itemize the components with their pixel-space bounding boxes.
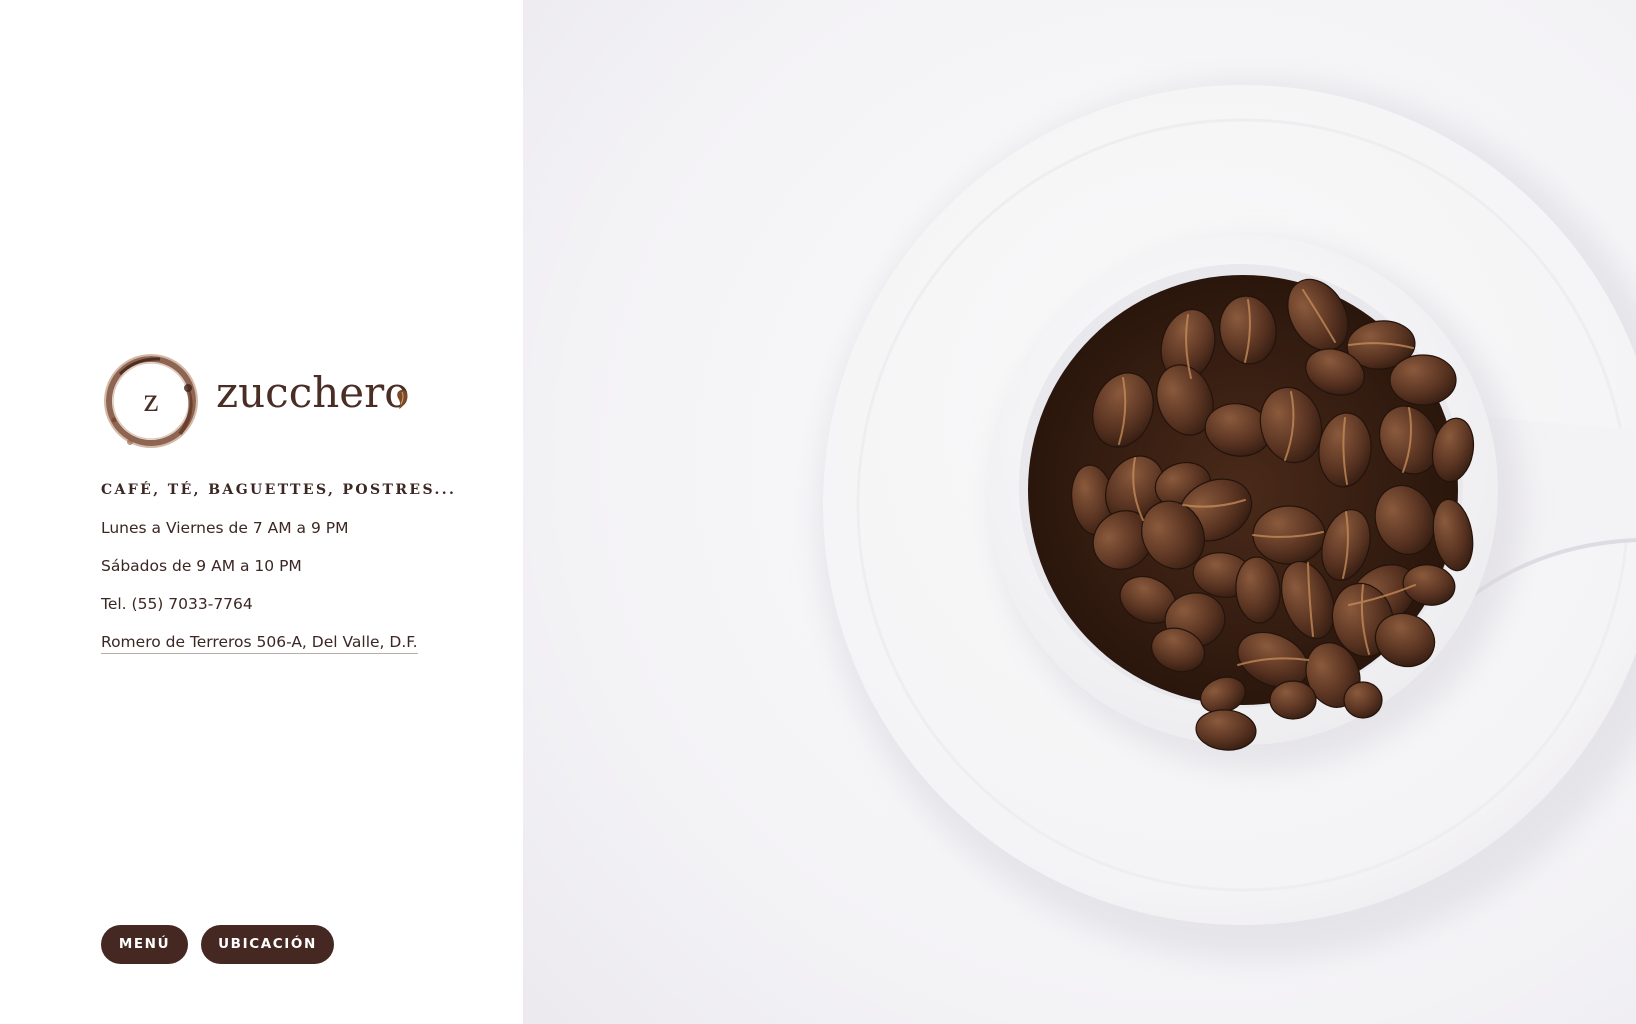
tagline: CAFÉ, TÉ, BAGUETTES, POSTRES... <box>101 482 457 498</box>
phone-number: Tel. (55) 7033-7764 <box>101 595 253 613</box>
brand-name: zucchero <box>216 368 410 417</box>
coffee-bean-icon <box>396 388 410 410</box>
address-link[interactable]: Romero de Terreros 506-A, Del Valle, D.F… <box>101 633 418 654</box>
logo-initial: z <box>143 382 159 419</box>
brand-logo[interactable]: z zucchero <box>100 350 420 455</box>
hero-image <box>523 0 1636 1024</box>
info-panel: z zucchero CAFÉ, TÉ, BAGUETTES, POSTRES.… <box>0 0 523 1024</box>
weekday-hours: Lunes a Viernes de 7 AM a 9 PM <box>101 519 349 537</box>
location-button[interactable]: UBICACIÓN <box>201 925 334 964</box>
menu-button[interactable]: MENÚ <box>101 925 188 964</box>
saturday-hours: Sábados de 9 AM a 10 PM <box>101 557 302 575</box>
coffee-cup-photo <box>523 0 1636 1024</box>
